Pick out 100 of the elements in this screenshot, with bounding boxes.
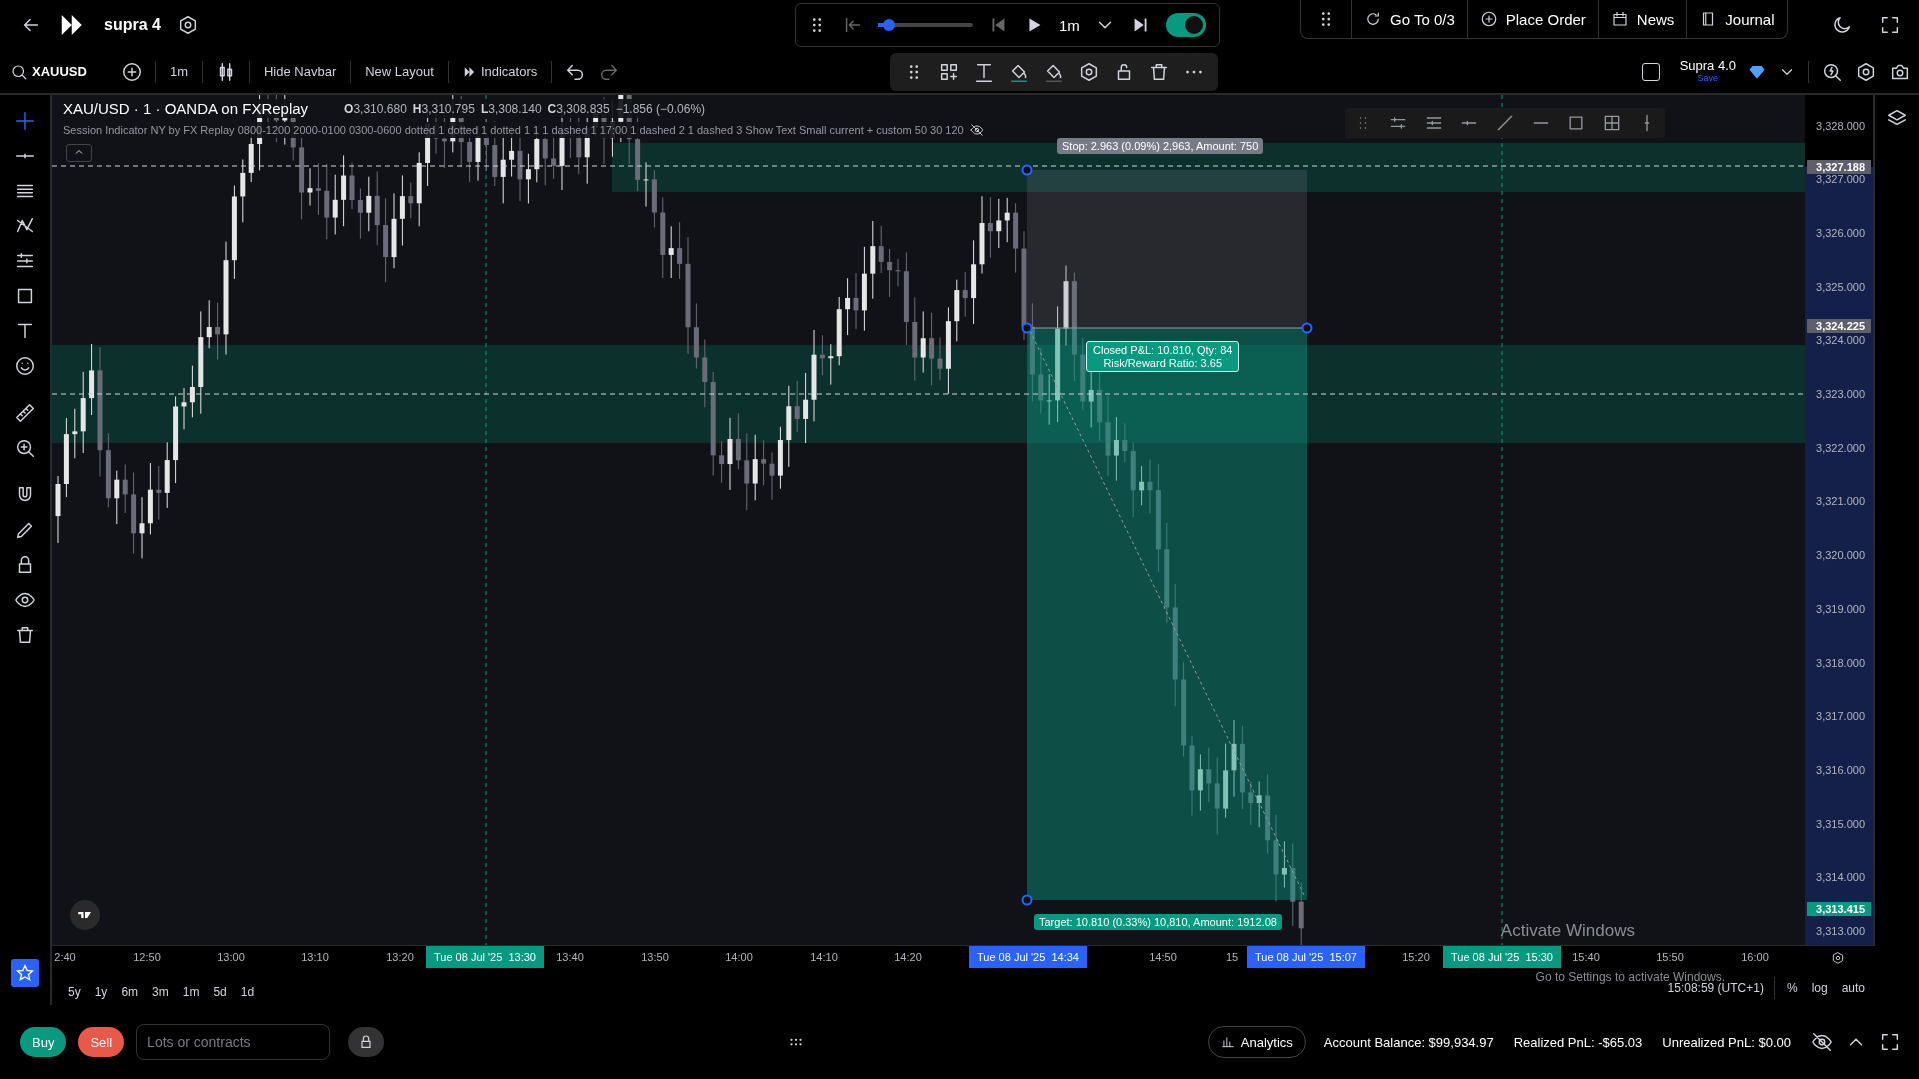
- indicators-icon: [462, 64, 477, 79]
- crosshair-icon[interactable]: [14, 110, 36, 132]
- activation-title: Activate Windows: [1500, 921, 1635, 941]
- drag-handle[interactable]: [1021, 164, 1033, 176]
- time-tick: 15:50: [1656, 951, 1684, 963]
- scale-button[interactable]: auto: [1839, 981, 1867, 995]
- range-button[interactable]: 1d: [238, 985, 257, 999]
- range-button[interactable]: 6m: [119, 985, 141, 999]
- toolbar-button[interactable]: Indicators: [460, 60, 540, 83]
- change-value: −1.856 (−0.06%): [615, 101, 706, 116]
- time-tick: 13:10: [301, 951, 329, 963]
- eye-off-icon[interactable]: [1811, 1031, 1833, 1053]
- nav-button[interactable]: Go To 0/3: [1351, 0, 1467, 38]
- quantity-field[interactable]: Lots or contracts: [136, 1024, 331, 1060]
- add-symbol-icon[interactable]: [120, 60, 143, 83]
- fullscreen-icon[interactable]: [1879, 1031, 1901, 1053]
- scale-button[interactable]: log: [1809, 981, 1830, 995]
- template-name[interactable]: Supra 4.0: [1679, 59, 1736, 74]
- account-stat: Unrealized PnL: $0.00: [1662, 1034, 1791, 1050]
- moon-icon[interactable]: [1831, 14, 1853, 36]
- interval-button[interactable]: 1m: [167, 60, 190, 83]
- favorites-button[interactable]: [11, 959, 39, 987]
- time-tick: 2:40: [54, 951, 76, 963]
- toolbar-button[interactable]: New Layout: [363, 60, 436, 83]
- price-marker: 3,324.225: [1807, 319, 1871, 333]
- collapse-button[interactable]: [66, 144, 92, 162]
- time-tick: 13:40: [556, 951, 584, 963]
- eye-off-icon[interactable]: [969, 123, 984, 137]
- trash-icon[interactable]: [14, 624, 36, 646]
- ohlc-value: O3,310.680: [344, 101, 407, 116]
- fullscreen-icon[interactable]: [1879, 14, 1901, 36]
- time-marker: Tue 08 Jul '25 15:07: [1247, 946, 1365, 968]
- price-tick: 3,324.000: [1816, 334, 1865, 347]
- smiley-icon[interactable]: [14, 355, 36, 377]
- symbol-search-button[interactable]: XAUUSD: [8, 58, 89, 85]
- sell-button[interactable]: Sell: [78, 1027, 125, 1057]
- template-checkbox[interactable]: [1641, 62, 1660, 81]
- price-tick: 3,318.000: [1816, 656, 1865, 669]
- scale-button[interactable]: %: [1784, 981, 1800, 995]
- drag-handle[interactable]: [1301, 322, 1313, 334]
- clock-label: 15:08:59 (UTC+1): [1667, 981, 1764, 995]
- ruler-icon[interactable]: [14, 402, 36, 424]
- drag-handle[interactable]: [1021, 894, 1033, 906]
- bar-chart-icon: [1220, 1035, 1235, 1049]
- save-link[interactable]: Save: [1697, 73, 1719, 84]
- time-tick: 16:00: [1741, 951, 1769, 963]
- drag-handle[interactable]: [1021, 322, 1033, 334]
- price-marker: 3,313.415: [1807, 902, 1871, 916]
- logo-icon[interactable]: [70, 900, 100, 930]
- star-icon: [15, 963, 35, 983]
- time-tick: 14:20: [894, 951, 922, 963]
- result-text: Closed P&L: 10.810, Qty: 84: [1093, 344, 1233, 357]
- symbol-title: XAU/USD · 1 · OANDA on FXReplay: [63, 100, 309, 117]
- toolbar-button[interactable]: Hide Navbar: [261, 60, 339, 83]
- price-tick: 3,322.000: [1816, 441, 1865, 454]
- replay-toggle[interactable]: [1165, 13, 1206, 37]
- calendar-icon: [1610, 10, 1629, 28]
- price-tick: 3,320.000: [1816, 549, 1865, 562]
- time-tick: 15:40: [1572, 951, 1600, 963]
- stop-label: Stop: 2.963 (0.09%) 2,963, Amount: 750: [1057, 138, 1264, 154]
- time-marker: Tue 08 Jul '25 15:30: [1443, 946, 1561, 968]
- activation-message: Go to Settings to activate Windows.: [1535, 970, 1725, 984]
- price-axis[interactable]: 3,328.000 3,327.000 3,326.000 3,325.000 3,324.000 3,323.000 3,322.000 3,321.000 3,320.000 3,319.000 3,318.000 3,317.000 3,316.000 3,315.000 3,314.000 3,313.000 3,327.188 3,324.225 3,313.415: [1805, 95, 1875, 945]
- result-text: Risk/Reward Ratio: 3.65: [1103, 356, 1222, 370]
- range-button[interactable]: 5y: [66, 985, 83, 999]
- settings-icon[interactable]: [1831, 951, 1845, 965]
- price-tick: 3,314.000: [1816, 871, 1865, 884]
- price-tick: 3,319.000: [1816, 602, 1865, 615]
- range-button[interactable]: 5d: [211, 985, 229, 999]
- nav-button[interactable]: News: [1597, 0, 1687, 38]
- price-tick: 3,315.000: [1816, 817, 1865, 830]
- lock-button[interactable]: [348, 1027, 385, 1057]
- zoom-in-icon[interactable]: [14, 437, 36, 459]
- ohlc-value: L3,308.140: [480, 101, 542, 116]
- redo-arrow-icon: [1364, 10, 1382, 28]
- settings-icon[interactable]: [1855, 60, 1877, 83]
- workspace-name: supra 4: [104, 16, 161, 34]
- price-tick: 3,326.000: [1816, 226, 1865, 239]
- range-button[interactable]: 1m: [180, 985, 202, 999]
- price-tick: 3,327.000: [1816, 173, 1865, 186]
- nav-button[interactable]: Journal: [1686, 0, 1787, 38]
- range-button[interactable]: 1y: [92, 985, 110, 999]
- range-button[interactable]: 3m: [150, 985, 171, 999]
- time-marker: Tue 08 Jul '25 14:34: [969, 946, 1087, 968]
- analytics-button[interactable]: Analytics: [1207, 1026, 1306, 1058]
- time-axis[interactable]: 2:40 12:50 13:00 13:10 13:20 Tue 08 Jul '25 13:30 13:40 13:50 14:00 14:10 14:20 Tue 08 Jul '25 14:34 14:50 15 Tue 08 Jul '25 15:07 15:20 Tue 08 Jul '25 15:30 15:40 15:50 16:00: [52, 945, 1875, 970]
- account-stat: Realized PnL: -$65.03: [1513, 1034, 1643, 1050]
- timeframe-label: 1m: [1059, 16, 1080, 34]
- price-tick: 3,313.000: [1816, 925, 1865, 937]
- price-tick: 3,323.000: [1816, 388, 1865, 400]
- time-marker: Tue 08 Jul '25 13:30: [426, 946, 544, 968]
- time-tick: 13:00: [217, 951, 245, 963]
- target-label: Target: 10.810 (0.33%) 10,810, Amount: 1912.08: [1034, 914, 1282, 930]
- price-tick: 3,317.000: [1816, 710, 1865, 723]
- search-icon: [10, 62, 28, 81]
- time-tick: 15: [1225, 951, 1239, 963]
- price-tick: 3,316.000: [1816, 763, 1865, 776]
- nav-button[interactable]: Place Order: [1466, 0, 1598, 38]
- ohlc-value: C3,308.835: [547, 101, 610, 116]
- buy-button[interactable]: Buy: [20, 1027, 67, 1057]
